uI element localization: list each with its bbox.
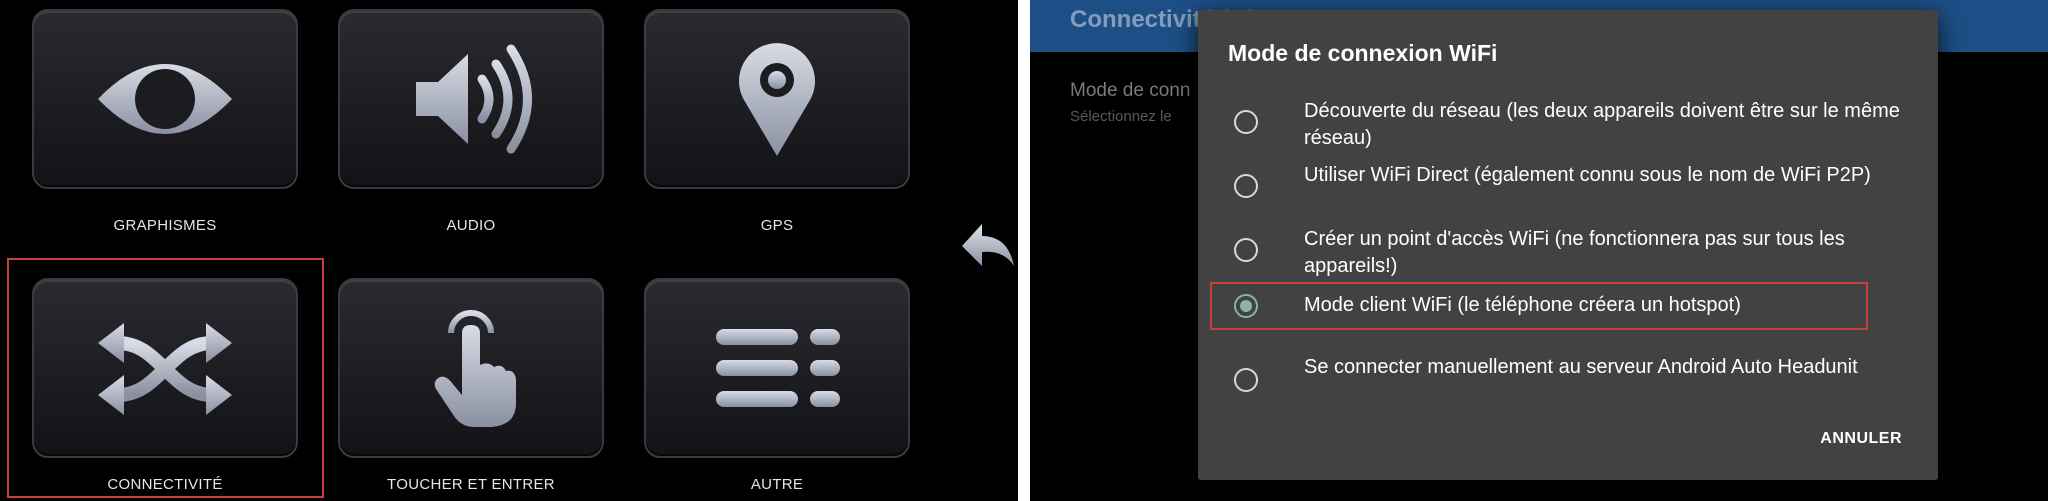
option-label: Créer un point d'accès WiFi (ne fonction… bbox=[1304, 228, 1845, 277]
cancel-button[interactable]: ANNULER bbox=[1820, 430, 1902, 448]
tile-label: GPS bbox=[760, 217, 794, 234]
dialog-title: Mode de connexion WiFi bbox=[1228, 40, 1498, 66]
option-label: Découverte du réseau (les deux appareils… bbox=[1304, 100, 1900, 149]
back-arrow-icon[interactable] bbox=[958, 214, 1018, 274]
option-label: Utiliser WiFi Direct (également connu so… bbox=[1304, 164, 1871, 186]
touch-hand-icon bbox=[434, 310, 516, 427]
tile-toucher-box[interactable] bbox=[338, 278, 604, 458]
tile-label: AUTRE bbox=[750, 476, 804, 493]
tile-graphismes-box[interactable] bbox=[32, 9, 298, 189]
tile-gps-box[interactable] bbox=[644, 9, 910, 189]
option-label: Se connecter manuellement au serveur And… bbox=[1304, 356, 1858, 378]
tile-autre-box[interactable] bbox=[644, 278, 910, 458]
connectivity-settings-screen: Connectivité (...) Mode de conn Sélectio… bbox=[1030, 0, 2048, 501]
panel-divider bbox=[1018, 0, 1030, 501]
list-icon bbox=[716, 329, 840, 407]
tile-label: TOUCHER ET ENTRER bbox=[387, 476, 555, 493]
tile-label: CONNECTIVITÉ bbox=[107, 476, 223, 493]
radio-button[interactable] bbox=[1234, 110, 1258, 134]
radio-button[interactable] bbox=[1234, 238, 1258, 262]
selected-option-highlight bbox=[1210, 282, 1868, 330]
settings-categories-screen: GRAPHISMES AUDIO GPS CONNECTIVITÉ TOUCHE… bbox=[0, 0, 1018, 501]
setting-subtitle: Sélectionnez le bbox=[1070, 108, 1172, 125]
radio-button[interactable] bbox=[1234, 368, 1258, 392]
wifi-mode-dialog: Mode de connexion WiFi Découverte du rés… bbox=[1198, 10, 1938, 480]
location-pin-icon bbox=[739, 43, 815, 156]
tile-label: AUDIO bbox=[446, 217, 496, 234]
tile-label: GRAPHISMES bbox=[113, 217, 217, 234]
setting-title[interactable]: Mode de conn bbox=[1070, 80, 1190, 102]
tile-audio-box[interactable] bbox=[338, 9, 604, 189]
speaker-icon bbox=[416, 44, 532, 154]
shuffle-arrows-icon bbox=[98, 323, 232, 415]
eye-icon bbox=[98, 64, 232, 134]
tile-connectivite-box[interactable] bbox=[32, 278, 298, 458]
radio-button[interactable] bbox=[1234, 174, 1258, 198]
